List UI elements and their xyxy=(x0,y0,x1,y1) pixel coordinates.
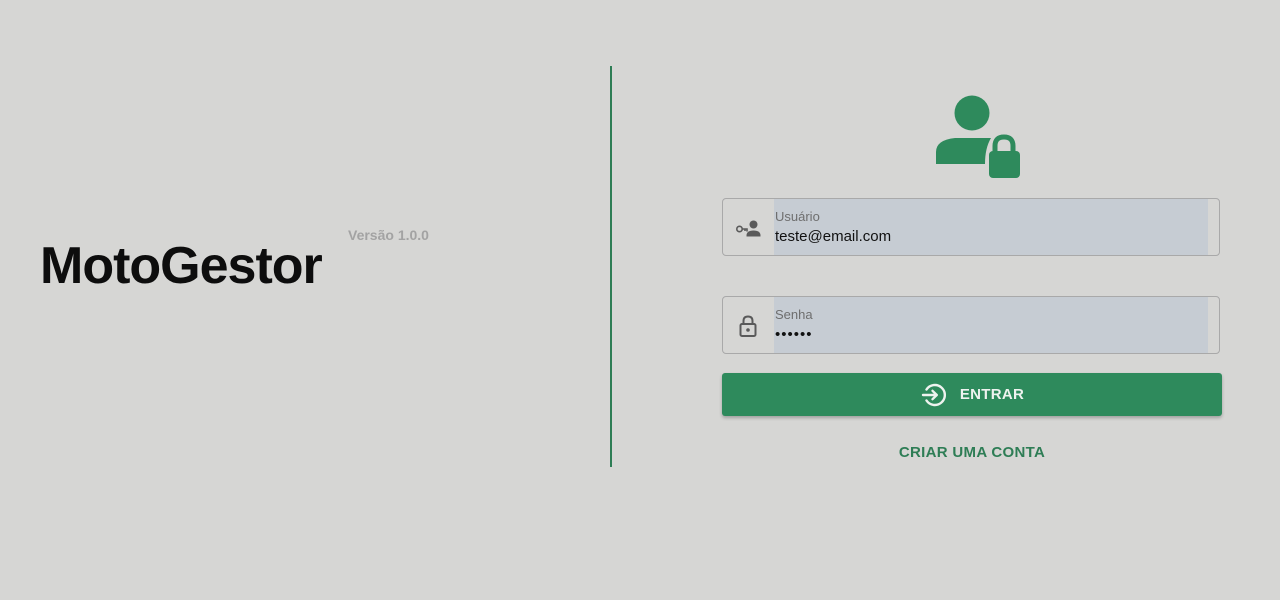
username-input[interactable] xyxy=(775,228,1195,245)
password-input[interactable] xyxy=(775,326,1195,343)
app-title: MotoGestor xyxy=(40,237,323,295)
create-account-link[interactable]: CRIAR UMA CONTA xyxy=(722,444,1222,461)
version-label: Versão 1.0.0 xyxy=(348,227,429,243)
login-page: Versão 1.0.0 MotoGestor Usuário Senha xyxy=(0,0,1280,600)
lock-icon xyxy=(739,315,757,337)
login-icon xyxy=(921,383,946,406)
password-label: Senha xyxy=(775,307,813,322)
username-label: Usuário xyxy=(775,209,820,224)
password-field[interactable]: Senha xyxy=(722,296,1220,354)
password-autofill-background xyxy=(774,297,1208,353)
person-lock-icon xyxy=(936,95,1020,178)
username-field[interactable]: Usuário xyxy=(722,198,1220,256)
vertical-divider xyxy=(610,66,612,467)
login-button-label: ENTRAR xyxy=(959,386,1025,403)
username-autofill-background xyxy=(774,199,1208,255)
login-button[interactable]: ENTRAR xyxy=(722,373,1222,416)
key-person-icon xyxy=(735,220,761,237)
